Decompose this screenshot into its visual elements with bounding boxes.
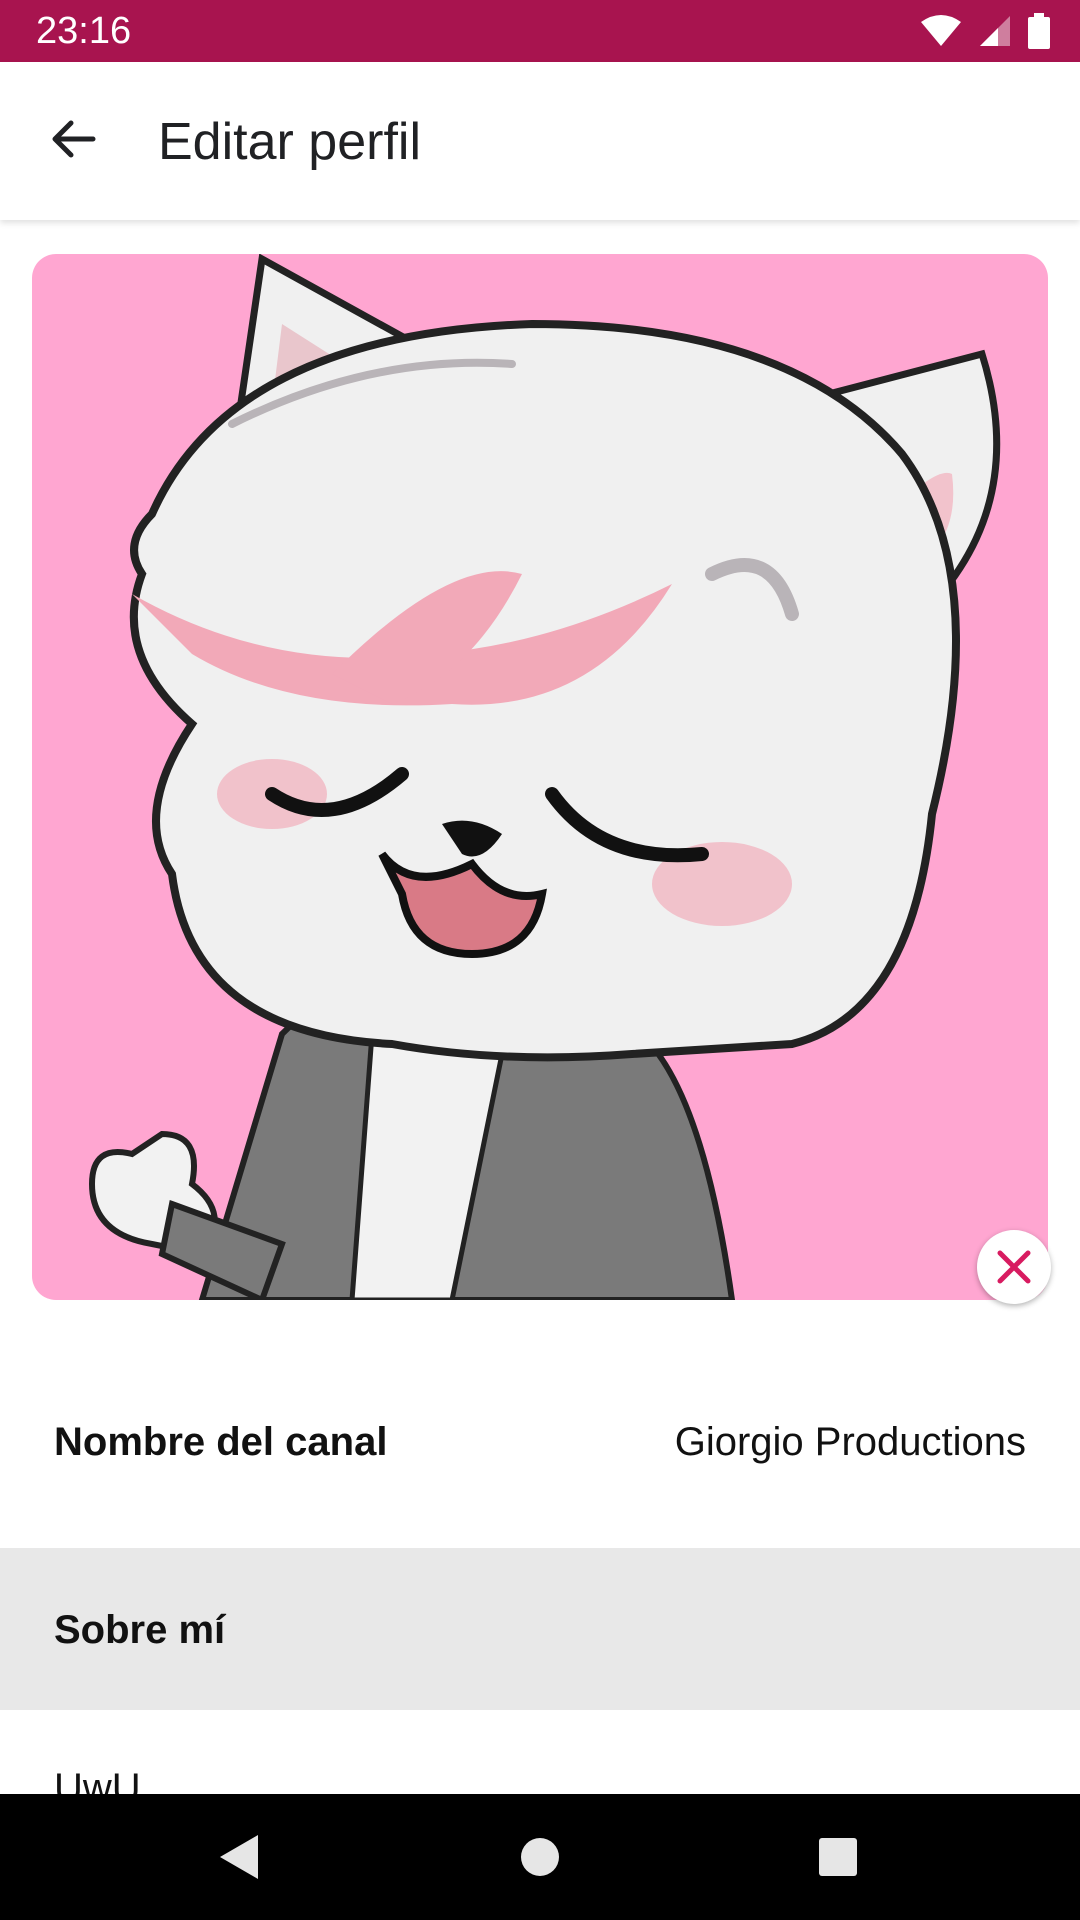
cat-avatar-illustration [88, 254, 1001, 1300]
page-title: Editar perfil [158, 113, 421, 171]
profile-banner[interactable] [32, 254, 1048, 1300]
status-bar: 23:16 [0, 0, 1080, 62]
about-header-row[interactable]: Sobre mí [0, 1548, 1080, 1710]
back-button[interactable] [38, 104, 108, 174]
remove-banner-button[interactable] [977, 1230, 1051, 1304]
battery-icon [1028, 13, 1050, 49]
cell-signal-icon [980, 16, 1010, 46]
nav-recents-button[interactable] [800, 1819, 876, 1895]
wifi-icon [921, 15, 961, 46]
recents-square-icon [819, 1838, 857, 1876]
arrow-back-icon [52, 120, 96, 158]
back-triangle-icon [220, 1835, 258, 1879]
channel-name-value: Giorgio Productions [674, 1420, 1026, 1464]
close-icon [997, 1250, 1031, 1284]
home-circle-icon [521, 1838, 559, 1876]
channel-name-row[interactable]: Nombre del canal Giorgio Productions [0, 1360, 1080, 1520]
app-bar: Editar perfil [0, 62, 1080, 220]
nav-back-button[interactable] [200, 1819, 276, 1895]
status-time: 23:16 [36, 10, 132, 52]
channel-name-label: Nombre del canal [54, 1420, 388, 1464]
nav-home-button[interactable] [502, 1819, 578, 1895]
about-label: Sobre mí [54, 1608, 226, 1652]
status-icons [920, 12, 1050, 50]
system-nav-bar [0, 1794, 1080, 1920]
